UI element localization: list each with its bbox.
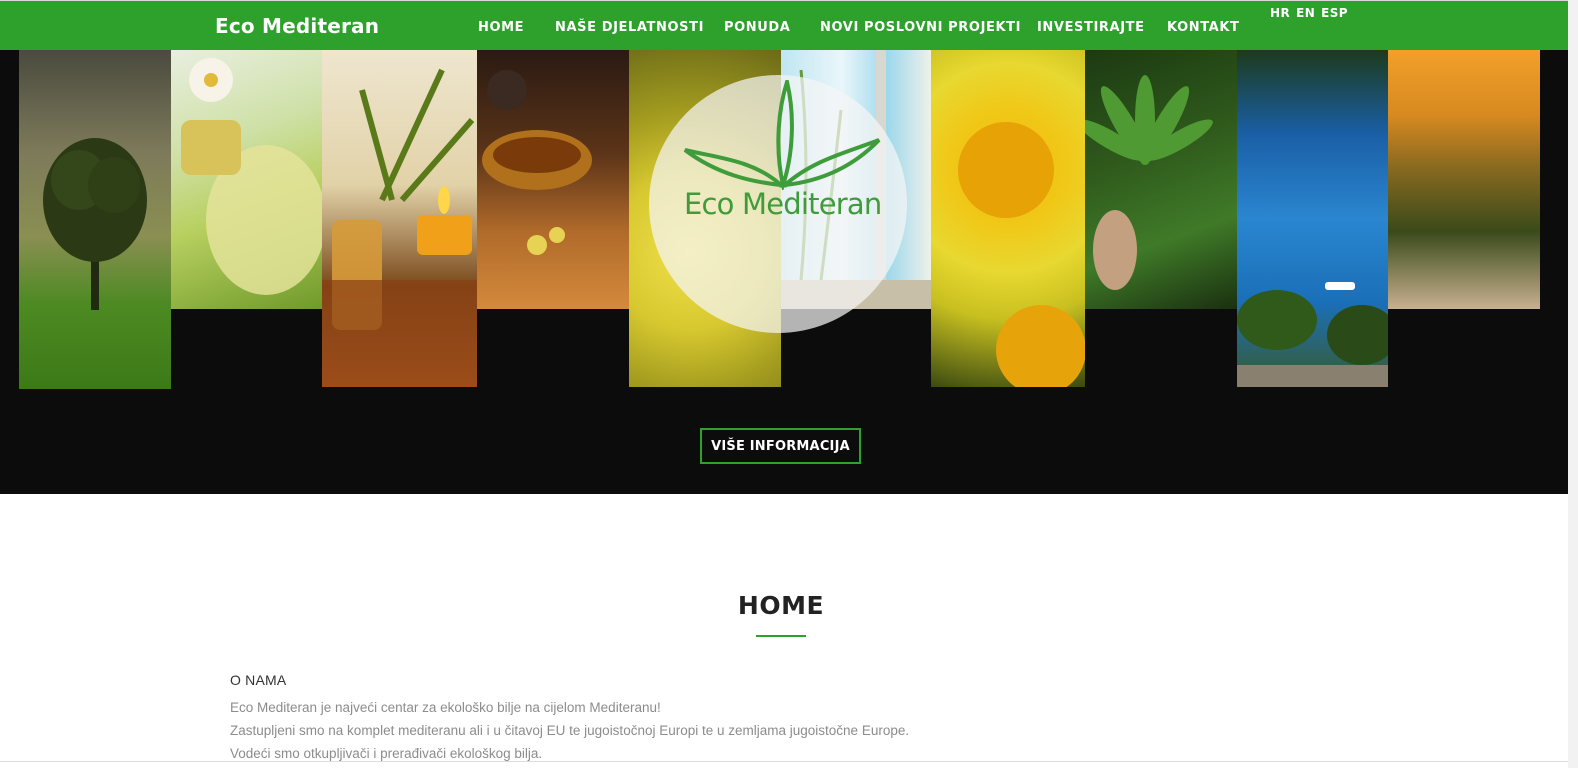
about-paragraph-line: Vodeći smo otkupljivači i prerađivači ek… bbox=[230, 746, 543, 761]
language-switcher: HR EN ESP bbox=[1270, 6, 1348, 20]
lang-hr[interactable]: HR bbox=[1270, 6, 1290, 20]
home-section: HOME O NAMA Eco Mediteran je najveći cen… bbox=[0, 494, 1568, 768]
leaf-shape bbox=[1085, 75, 1213, 290]
oil-bottle-photo bbox=[171, 50, 322, 309]
about-heading: O NAMA bbox=[230, 672, 287, 688]
spice-bowls-photo bbox=[477, 50, 629, 309]
hero-banner: Eco Mediteran VIŠE INFORMACIJA bbox=[0, 50, 1568, 494]
flower-center bbox=[958, 122, 1085, 387]
nav-item-home[interactable]: HOME bbox=[478, 20, 524, 35]
about-paragraph-line: Zastupljeni smo na komplet mediteranu al… bbox=[230, 723, 910, 738]
nav-item-investirajte[interactable]: INVESTIRAJTE bbox=[1037, 20, 1145, 35]
lang-en[interactable]: EN bbox=[1296, 6, 1315, 20]
candle-spa-photo bbox=[322, 50, 477, 387]
sea-boat-photo bbox=[1237, 50, 1388, 387]
about-paragraph-line: Eco Mediteran je najveći centar za ekolo… bbox=[230, 700, 661, 715]
hero-logo-text: Eco Mediteran bbox=[684, 187, 882, 221]
tree-field-photo bbox=[19, 50, 171, 389]
sunflower-photo bbox=[931, 50, 1085, 387]
sunset-forest-photo bbox=[1388, 50, 1540, 309]
nav-item-ponuda[interactable]: PONUDA bbox=[724, 20, 790, 35]
top-navbar: Eco Mediteran HOME NAŠE DJELATNOSTI PONU… bbox=[0, 0, 1568, 50]
title-underline bbox=[756, 635, 806, 637]
bowl-shape bbox=[482, 70, 592, 255]
tree-shape bbox=[43, 138, 147, 310]
bottle-shape bbox=[181, 58, 322, 295]
brand-logo-link[interactable]: Eco Mediteran bbox=[215, 14, 379, 38]
nav-item-kontakt[interactable]: KONTAKT bbox=[1167, 20, 1239, 35]
page-scrollbar-track[interactable] bbox=[1568, 0, 1578, 768]
page-bottom-divider bbox=[0, 761, 1568, 762]
candle-shape bbox=[322, 68, 477, 387]
nav-item-novi-poslovni-projekti[interactable]: NOVI POSLOVNI PROJEKTI bbox=[820, 20, 1021, 35]
boat-shape bbox=[1237, 282, 1388, 387]
more-info-button[interactable]: VIŠE INFORMACIJA bbox=[700, 428, 861, 464]
cannabis-leaf-photo bbox=[1085, 50, 1237, 309]
lang-esp[interactable]: ESP bbox=[1321, 6, 1348, 20]
nav-item-nase-djelatnosti[interactable]: NAŠE DJELATNOSTI bbox=[555, 20, 704, 35]
section-title: HOME bbox=[737, 591, 825, 620]
leaf-logo-icon bbox=[683, 80, 881, 190]
